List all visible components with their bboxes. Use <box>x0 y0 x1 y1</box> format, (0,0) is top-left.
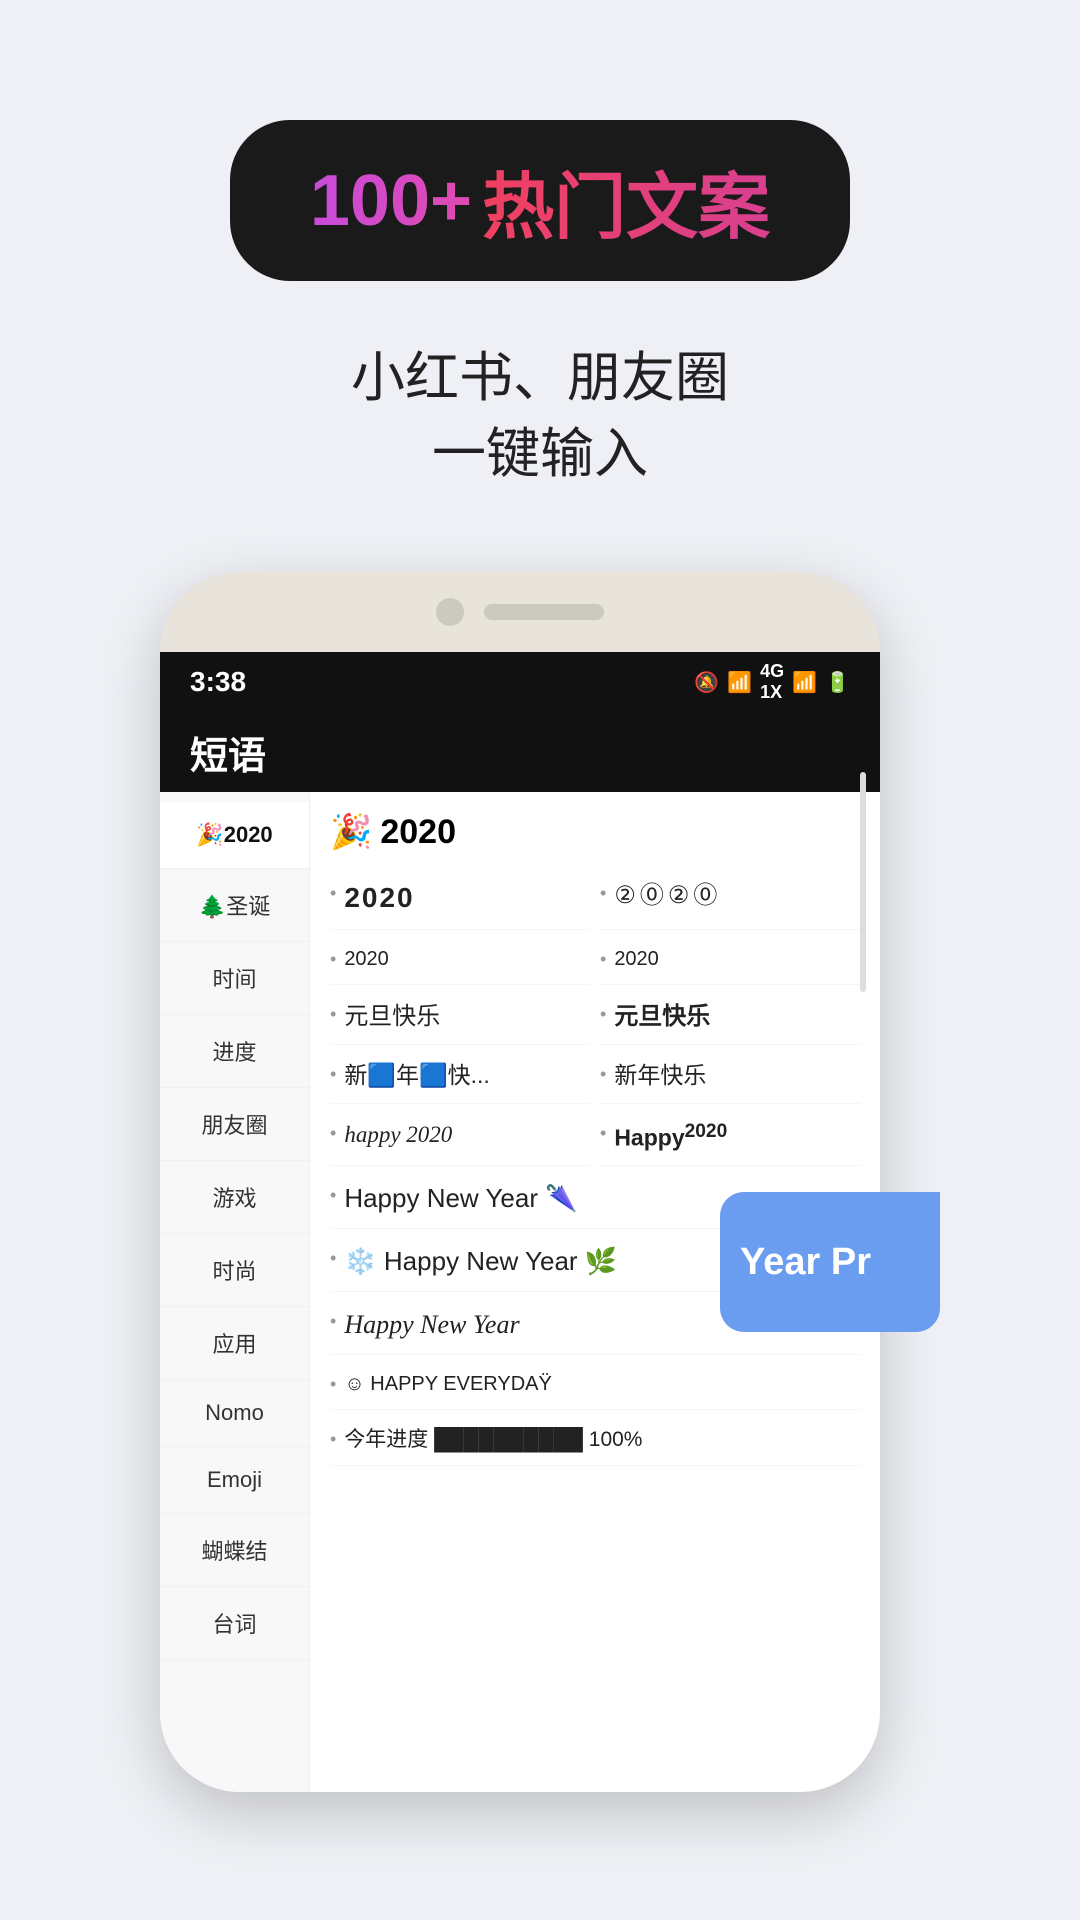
bullet-icon: • <box>330 883 336 904</box>
wifi-icon: 📶 <box>727 670 752 695</box>
item-text: 今年进度 ██████████ 100% <box>344 1426 642 1453</box>
bullet-icon: • <box>600 1004 606 1025</box>
bullet-icon: • <box>330 1429 336 1450</box>
sidebar-item-christmas[interactable]: 🌲圣诞 <box>160 869 309 942</box>
status-icons: 🔕 📶 4G1X 📶 🔋 <box>694 661 850 703</box>
item-text: Happy New Year <box>344 1308 519 1342</box>
list-item[interactable]: • ☺ HAPPY EVERYDAŸ <box>330 1359 860 1410</box>
phone-shell: 3:38 🔕 📶 4G1X 📶 🔋 短语 🎉2020 🌲圣诞 <box>160 572 880 1792</box>
sidebar-item-emoji[interactable]: Emoji <box>160 1447 309 1514</box>
list-item[interactable]: • happy 2020 <box>330 1108 590 1167</box>
badge-prefix: 100+ <box>310 160 472 242</box>
item-text: 元旦快乐 <box>344 1001 440 1032</box>
bullet-icon: • <box>600 949 606 970</box>
bullet-icon: • <box>330 949 336 970</box>
sidebar: 🎉2020 🌲圣诞 时间 进度 朋友圈 游戏 时尚 应用 Nomo Emoji … <box>160 792 310 1792</box>
list-item[interactable]: • 2020 <box>330 934 590 985</box>
camera-circle <box>436 598 464 626</box>
list-item[interactable]: • 元旦快乐 <box>600 989 860 1045</box>
bullet-icon: • <box>330 1185 336 1206</box>
list-item[interactable]: • 2020 <box>330 868 590 929</box>
bullet-icon: • <box>330 1248 336 1269</box>
section-year: 2020 <box>380 813 456 852</box>
sidebar-item-friends[interactable]: 朋友圈 <box>160 1088 309 1161</box>
bullet-icon: • <box>330 1311 336 1332</box>
mute-icon: 🔕 <box>694 670 719 695</box>
page-background: 100+ 热门文案 小红书、朋友圈 一键输入 3:38 🔕 📶 4G1X 📶 <box>0 0 1080 1920</box>
sidebar-item-games[interactable]: 游戏 <box>160 1161 309 1234</box>
speaker-bar <box>484 604 604 620</box>
item-text: 2020 <box>344 880 414 916</box>
speech-bubble-text: Year Pr <box>740 1241 871 1284</box>
item-text: ❄️ Happy New Year 🌿 <box>344 1245 617 1279</box>
signal-icon: 📶 <box>792 670 817 695</box>
item-text: Happy New Year 🌂 <box>344 1182 577 1216</box>
sidebar-item-lines[interactable]: 台词 <box>160 1587 309 1660</box>
section-emoji: 🎉 <box>330 812 372 852</box>
status-time: 3:38 <box>190 666 246 698</box>
badge-suffix: 热门文案 <box>482 148 770 253</box>
section-title: 🎉 2020 <box>330 812 860 852</box>
item-text: Happy2020 <box>614 1120 727 1154</box>
status-bar: 3:38 🔕 📶 4G1X 📶 🔋 <box>160 652 880 712</box>
sidebar-item-apps[interactable]: 应用 <box>160 1307 309 1380</box>
sidebar-item-2020[interactable]: 🎉2020 <box>160 802 309 869</box>
item-grid: • 2020 • ②⓪②⓪ • 2020 • <box>330 868 860 1466</box>
item-text: 2020 <box>344 946 389 972</box>
subtitle-line1: 小红书、朋友圈 <box>351 341 729 417</box>
bullet-icon: • <box>600 1123 606 1144</box>
app-title: 短语 <box>190 725 266 780</box>
item-text: 新年快乐 <box>614 1061 706 1091</box>
sidebar-item-fashion[interactable]: 时尚 <box>160 1234 309 1307</box>
bullet-icon: • <box>600 883 606 904</box>
list-item[interactable]: • ②⓪②⓪ <box>600 868 860 929</box>
item-text: ☺ HAPPY EVERYDAŸ <box>344 1371 552 1397</box>
sidebar-item-time[interactable]: 时间 <box>160 942 309 1015</box>
network-label: 4G1X <box>760 661 784 703</box>
bullet-icon: • <box>330 1123 336 1144</box>
scrollbar[interactable] <box>860 772 866 992</box>
subtitle: 小红书、朋友圈 一键输入 <box>351 341 729 492</box>
list-item[interactable]: • 元旦快乐 <box>330 989 590 1045</box>
battery-icon: 🔋 <box>825 670 850 695</box>
bullet-icon: • <box>600 1064 606 1085</box>
list-item[interactable]: • 2020 <box>600 934 860 985</box>
phone-mockup: 3:38 🔕 📶 4G1X 📶 🔋 短语 🎉2020 🌲圣诞 <box>160 572 920 1832</box>
list-item[interactable]: • 新🟦年🟦快... <box>330 1049 590 1104</box>
sidebar-item-progress[interactable]: 进度 <box>160 1015 309 1088</box>
top-badge: 100+ 热门文案 <box>230 120 850 281</box>
bullet-icon: • <box>330 1064 336 1085</box>
list-item[interactable]: • 今年进度 ██████████ 100% <box>330 1414 860 1466</box>
sidebar-item-nomo[interactable]: Nomo <box>160 1380 309 1447</box>
list-item[interactable]: • 新年快乐 <box>600 1049 860 1104</box>
subtitle-line2: 一键输入 <box>351 417 729 493</box>
app-header: 短语 <box>160 712 880 792</box>
phone-top-bar <box>160 572 880 652</box>
sidebar-item-bow[interactable]: 蝴蝶结 <box>160 1514 309 1587</box>
item-text: 新🟦年🟦快... <box>344 1061 489 1091</box>
item-text: 元旦快乐 <box>614 1001 710 1032</box>
bullet-icon: • <box>330 1004 336 1025</box>
speech-bubble: Year Pr <box>720 1192 940 1332</box>
bullet-icon: • <box>330 1374 336 1395</box>
item-text: 2020 <box>614 946 659 972</box>
list-item[interactable]: • Happy2020 <box>600 1108 860 1167</box>
item-text: ②⓪②⓪ <box>614 880 721 911</box>
item-text: happy 2020 <box>344 1120 452 1150</box>
